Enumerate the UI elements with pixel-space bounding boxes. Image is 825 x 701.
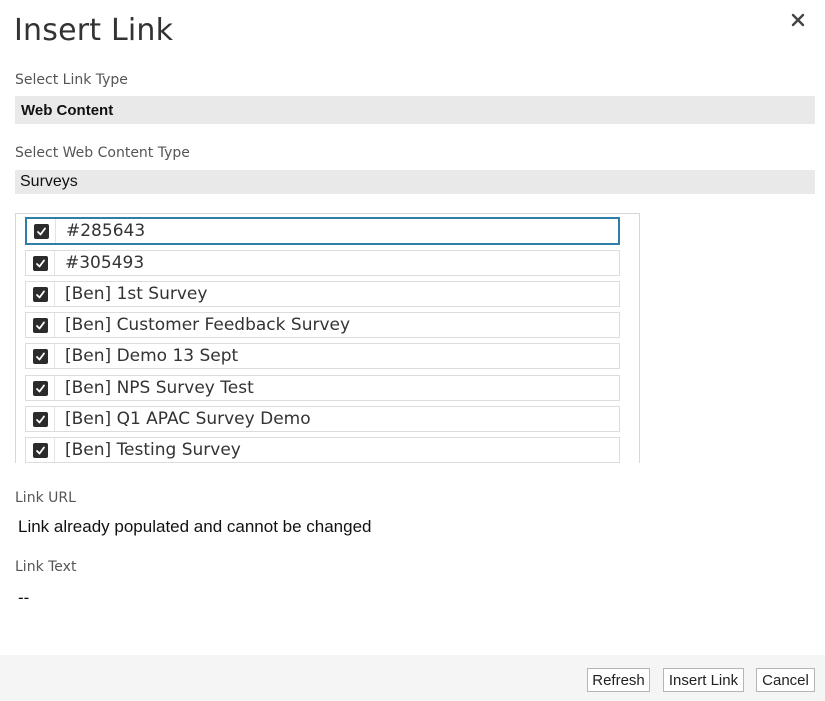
list-item-label: [Ben] Demo 13 Sept <box>65 346 239 366</box>
checkbox-checked-icon[interactable] <box>32 380 48 396</box>
checkbox-checked-icon[interactable] <box>32 348 48 364</box>
checkbox-cell <box>26 438 55 462</box>
web-content-list[interactable]: #285643 #305493 [Ben] 1st Survey [Ben] C… <box>15 213 640 463</box>
list-item[interactable]: [Ben] Q1 APAC Survey Demo <box>25 406 620 432</box>
cancel-button[interactable]: Cancel <box>756 668 815 692</box>
checkbox-cell <box>26 313 55 337</box>
list-item[interactable]: #305493 <box>25 250 620 276</box>
list-item-label: #285643 <box>66 221 146 241</box>
list-item-label: #305493 <box>65 253 145 273</box>
dialog-title: Insert Link <box>14 13 174 48</box>
checkbox-cell <box>26 344 55 368</box>
link-type-select[interactable]: Web Content <box>15 96 815 124</box>
refresh-button[interactable]: Refresh <box>587 668 650 692</box>
checkbox-checked-icon[interactable] <box>32 442 48 458</box>
link-url-label: Link URL <box>15 490 76 506</box>
close-icon <box>791 13 805 27</box>
checkbox-cell <box>26 407 55 431</box>
list-item[interactable]: [Ben] Demo 13 Sept <box>25 343 620 369</box>
link-url-value: Link already populated and cannot be cha… <box>18 517 372 536</box>
list-item-label: [Ben] Testing Survey <box>65 440 241 460</box>
list-item-label: [Ben] 1st Survey <box>65 284 208 304</box>
checkbox-checked-icon[interactable] <box>32 255 48 271</box>
list-item-label: [Ben] NPS Survey Test <box>65 378 254 398</box>
list-item[interactable]: [Ben] Customer Feedback Survey <box>25 312 620 338</box>
link-text-value: -- <box>18 588 30 607</box>
checkbox-checked-icon[interactable] <box>32 411 48 427</box>
link-text-label: Link Text <box>15 559 77 575</box>
link-type-label: Select Link Type <box>15 72 128 88</box>
checkbox-checked-icon[interactable] <box>32 286 48 302</box>
close-button[interactable] <box>784 6 812 34</box>
checkbox-checked-icon[interactable] <box>33 223 49 239</box>
web-content-type-label: Select Web Content Type <box>15 145 190 161</box>
list-item[interactable]: [Ben] Testing Survey <box>25 437 620 463</box>
checkbox-cell <box>26 251 55 275</box>
list-item[interactable]: [Ben] 1st Survey <box>25 281 620 307</box>
list-item-label: [Ben] Customer Feedback Survey <box>65 315 351 335</box>
checkbox-cell <box>27 219 56 243</box>
list-item[interactable]: #285643 <box>25 217 620 245</box>
insert-link-button[interactable]: Insert Link <box>663 668 744 692</box>
checkbox-cell <box>26 282 55 306</box>
checkbox-checked-icon[interactable] <box>32 317 48 333</box>
list-item[interactable]: [Ben] NPS Survey Test <box>25 375 620 401</box>
checkbox-cell <box>26 376 55 400</box>
web-content-type-select[interactable]: Surveys <box>15 170 815 194</box>
list-item-label: [Ben] Q1 APAC Survey Demo <box>65 409 311 429</box>
